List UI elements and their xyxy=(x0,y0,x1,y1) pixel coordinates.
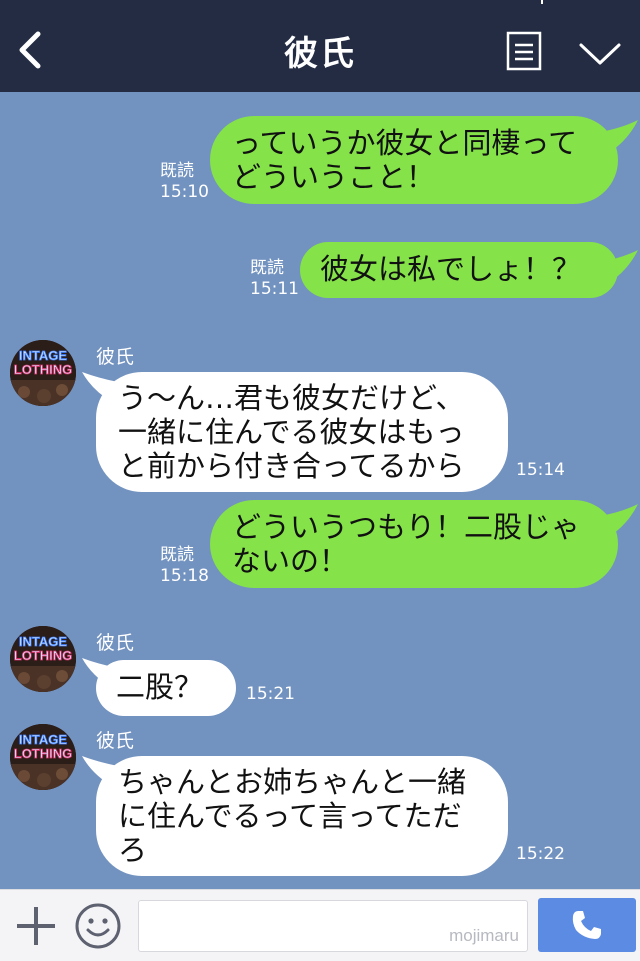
message-line: ちゃんとお姉ちゃんと一緒 xyxy=(118,765,467,799)
message-bubble-incoming[interactable]: ちゃんとお姉ちゃんと一緒 に住んでるって言ってただ ろ xyxy=(96,756,508,876)
avatar-sign-line: INTAGE xyxy=(19,732,67,747)
message-line: 彼女は私でしょ！？ xyxy=(320,252,582,286)
message-line: 一緒に住んでる彼女はもっ xyxy=(118,415,465,449)
message-bubble-incoming[interactable]: う〜ん…君も彼女だけど、 一緒に住んでる彼女はもっ と前から付き合ってるから xyxy=(96,372,508,492)
avatar-sign-line: LOTHING xyxy=(14,746,73,761)
message-line: ろ xyxy=(118,833,148,867)
avatar[interactable]: INTAGE LOTHING xyxy=(10,626,76,692)
avatar-image: INTAGE LOTHING xyxy=(10,724,76,790)
message-time: 15:11 xyxy=(250,279,299,299)
message-input[interactable]: mojimaru xyxy=(138,900,528,952)
smiley-icon[interactable] xyxy=(74,902,122,950)
message-line: どういうつもり！二股じゃ xyxy=(232,510,581,544)
watermark: mojimaru xyxy=(449,926,519,945)
message-bubble-outgoing[interactable]: っていうか彼女と同棲って どういうこと！ xyxy=(210,116,618,204)
message-line: どういうこと！ xyxy=(232,160,436,194)
read-receipt: 既読 15:18 xyxy=(160,545,209,587)
sender-name: 彼氏 xyxy=(96,346,135,368)
avatar[interactable]: INTAGE LOTHING xyxy=(10,724,76,790)
read-label: 既読 xyxy=(160,545,194,565)
message-line: に住んでるって言ってただ xyxy=(118,799,462,833)
chevron-down-icon[interactable] xyxy=(578,40,622,68)
avatar-sign-line: INTAGE xyxy=(19,634,67,649)
message-time: 15:21 xyxy=(246,684,295,704)
memo-menu-icon[interactable] xyxy=(506,31,542,71)
sender-name: 彼氏 xyxy=(96,730,135,752)
message-line: と前から付き合ってるから xyxy=(118,449,465,483)
avatar-sign-line: INTAGE xyxy=(19,348,67,363)
plus-icon[interactable] xyxy=(14,904,58,948)
sender-name: 彼氏 xyxy=(96,632,135,654)
message-time: 15:14 xyxy=(516,460,565,480)
message-input-bar: mojimaru xyxy=(0,889,640,961)
message-line: っていうか彼女と同棲って xyxy=(232,126,578,160)
read-receipt: 既読 15:10 xyxy=(160,161,209,203)
read-label: 既読 xyxy=(160,161,194,181)
avatar-image: INTAGE LOTHING xyxy=(10,340,76,406)
chat-area[interactable]: っていうか彼女と同棲って どういうこと！ 既読 15:10 彼女は私でしょ！？ … xyxy=(0,92,640,889)
phone-icon xyxy=(572,911,601,939)
chat-header: 彼氏 xyxy=(0,0,640,92)
message-time: 15:18 xyxy=(160,566,209,586)
message-time: 15:10 xyxy=(160,182,209,202)
message-line: ないの！ xyxy=(232,544,349,578)
avatar-image: INTAGE LOTHING xyxy=(10,626,76,692)
message-time: 15:22 xyxy=(516,844,565,864)
call-button[interactable] xyxy=(538,898,636,952)
message-line: 二股？ xyxy=(116,670,204,704)
read-receipt: 既読 15:11 xyxy=(250,258,299,300)
avatar[interactable]: INTAGE LOTHING xyxy=(10,340,76,406)
message-line: う〜ん…君も彼女だけど、 xyxy=(118,381,465,415)
chat-title: 彼氏 xyxy=(284,34,356,74)
message-bubble-outgoing[interactable]: どういうつもり！二股じゃ ないの！ xyxy=(210,500,618,588)
avatar-sign-line: LOTHING xyxy=(14,362,73,377)
status-bar-fragment xyxy=(541,0,543,4)
read-label: 既読 xyxy=(250,258,284,278)
message-bubble-incoming[interactable]: 二股？ xyxy=(96,660,236,716)
avatar-sign-line: LOTHING xyxy=(14,648,73,663)
message-bubble-outgoing[interactable]: 彼女は私でしょ！？ xyxy=(300,242,618,298)
